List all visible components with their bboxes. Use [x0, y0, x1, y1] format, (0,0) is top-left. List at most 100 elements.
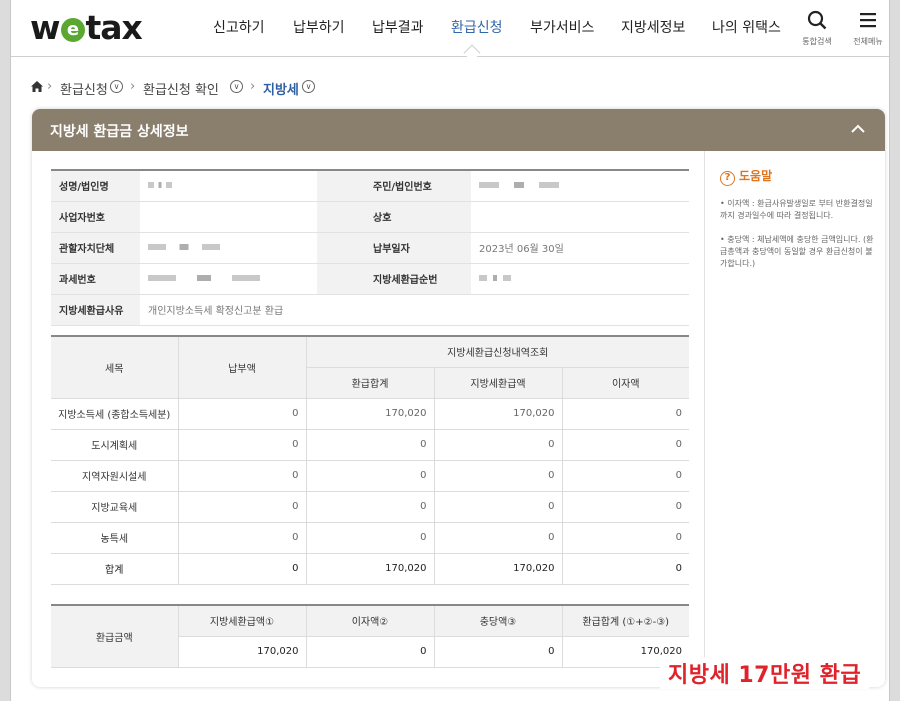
chevron-up-icon[interactable]	[851, 122, 865, 136]
table-row: 지방교육세 0 0 0 0	[51, 490, 690, 523]
tax-number-value-masked	[140, 263, 317, 295]
trade-name-value	[471, 201, 689, 233]
bizno-label: 사업자번호	[51, 201, 140, 233]
overlay-caption: 지방세 17만원 환급	[660, 657, 870, 689]
rrn-value-masked	[471, 169, 689, 202]
panel-title: 지방세 환급금 상세정보	[50, 124, 189, 140]
help-title: ? 도움말	[720, 167, 885, 186]
wetax-logo[interactable]: w e tax	[30, 8, 143, 47]
row-item: 지방소득세 (종합소득세분)	[51, 397, 179, 430]
chevron-down-icon[interactable]: ∨	[110, 80, 123, 93]
active-nav-caret	[463, 44, 481, 62]
row-item: 도시계획세	[51, 428, 179, 461]
summary-refund-value: 170,020	[178, 635, 307, 668]
payment-date-value: 2023년 06월 30일	[471, 232, 689, 264]
menu-button[interactable]: 전체메뉴	[850, 10, 886, 47]
row-paid: 0	[177, 490, 307, 523]
home-icon[interactable]	[31, 81, 43, 92]
col-local-refund: 지방세환급액	[433, 366, 563, 399]
row-paid: 0	[177, 552, 307, 585]
row-item: 합계	[51, 552, 179, 585]
breadcrumb-separator-icon: ›	[47, 79, 53, 94]
row-total: 0	[305, 428, 435, 461]
row-total: 0	[305, 521, 435, 554]
summary-label: 환급금액	[51, 604, 179, 668]
row-item: 지역자원시설세	[51, 459, 179, 492]
row-interest: 0	[561, 490, 690, 523]
row-refund: 0	[433, 428, 563, 461]
row-interest: 0	[561, 521, 690, 554]
row-interest: 0	[561, 459, 690, 492]
help-offset-note: • 충당액 : 체납세액에 충당한 금액입니다. (환급총액과 충당액이 동일할…	[720, 235, 874, 268]
breadcrumb-separator-icon: ›	[250, 79, 256, 94]
row-total: 170,020	[305, 552, 435, 585]
row-total: 170,020	[305, 397, 435, 430]
row-paid: 0	[177, 397, 307, 430]
row-total: 0	[305, 459, 435, 492]
row-refund: 0	[433, 490, 563, 523]
row-refund: 170,020	[433, 552, 563, 585]
row-refund: 0	[433, 521, 563, 554]
nav-pay-result[interactable]: 납부결과	[372, 17, 424, 37]
col-paid: 납부액	[177, 335, 307, 399]
col-refund-sum: 환급합계 (①+②-③)	[561, 604, 689, 637]
row-paid: 0	[177, 459, 307, 492]
nav-my-wetax[interactable]: 나의 위택스	[712, 17, 781, 37]
jurisdiction-value-masked	[140, 232, 317, 264]
taxpayer-info-table: 성명/법인명 주민/법인번호 사업자번호 상호 관할자치단체 납부일자 2023…	[51, 169, 689, 326]
nav-report[interactable]: 신고하기	[213, 17, 265, 37]
row-item: 지방교육세	[51, 490, 179, 523]
breadcrumb-item-local-tax[interactable]: 지방세	[263, 79, 299, 98]
refund-summary-table: 환급금액 지방세환급액① 이자액② 충당액③ 환급합계 (①+②-③) 170,…	[51, 604, 689, 668]
row-item: 농특세	[51, 521, 179, 554]
search-button[interactable]: 통합검색	[800, 10, 834, 47]
col-refund-group: 지방세환급신청내역조회	[305, 335, 690, 368]
trade-name-label: 상호	[317, 201, 471, 233]
refund-seq-label: 지방세환급순번	[317, 263, 471, 295]
col-refund-total: 환급합계	[306, 366, 435, 399]
refund-reason-label: 지방세환급사유	[51, 294, 140, 326]
table-row-total: 합계 0 170,020 170,020 0	[51, 552, 690, 585]
col-interest: 이자액	[561, 366, 690, 399]
refund-detail-table: 세목 납부액 지방세환급신청내역조회 환급합계 지방세환급액 이자액 지방소득세…	[51, 335, 690, 585]
top-header: w e tax 신고하기 납부하기 납부결과 환급신청 부가서비스 지방세정보 나의…	[11, 0, 889, 62]
nav-local-tax-info[interactable]: 지방세정보	[621, 17, 685, 37]
rrn-label: 주민/법인번호	[317, 169, 471, 202]
col-interest-2: 이자액②	[305, 604, 435, 637]
breadcrumb-item-refund[interactable]: 환급신청	[60, 79, 108, 98]
refund-seq-value-masked	[471, 263, 689, 295]
summary-interest-value: 0	[305, 635, 435, 668]
row-refund: 170,020	[433, 397, 563, 430]
table-row: 농특세 0 0 0 0	[51, 521, 690, 554]
chevron-down-icon[interactable]: ∨	[302, 80, 315, 93]
question-icon: ?	[720, 171, 735, 186]
row-interest: 0	[561, 397, 690, 430]
summary-offset-value: 0	[433, 635, 563, 668]
chevron-down-icon[interactable]: ∨	[230, 80, 243, 93]
table-row: 도시계획세 0 0 0 0	[51, 428, 690, 461]
row-refund: 0	[433, 459, 563, 492]
bizno-value	[140, 201, 317, 233]
hamburger-icon	[860, 13, 876, 28]
name-value-masked	[140, 169, 317, 202]
payment-date-label: 납부일자	[317, 232, 471, 264]
nav-refund[interactable]: 환급신청	[451, 17, 503, 37]
col-offset-3: 충당액③	[433, 604, 563, 637]
refund-reason-value: 개인지방소득세 확정신고분 환급	[140, 294, 689, 326]
tax-number-label: 과세번호	[51, 263, 140, 295]
panel-header[interactable]: 지방세 환급금 상세정보	[32, 109, 885, 151]
col-local-refund-1: 지방세환급액①	[177, 604, 307, 637]
table-row: 지방소득세 (종합소득세분) 0 170,020 170,020 0	[51, 397, 690, 430]
row-paid: 0	[177, 428, 307, 461]
refund-detail-panel: 지방세 환급금 상세정보 성명/법인명 주민/법인번호 사업자번호 상호 관할자…	[32, 109, 885, 687]
nav-pay[interactable]: 납부하기	[293, 17, 345, 37]
page-frame: w e tax 신고하기 납부하기 납부결과 환급신청 부가서비스 지방세정보 나의…	[10, 0, 890, 701]
table-row: 지역자원시설세 0 0 0 0	[51, 459, 690, 492]
breadcrumb-separator-icon: ›	[130, 79, 136, 94]
nav-extra-services[interactable]: 부가서비스	[530, 17, 594, 37]
row-interest: 0	[561, 552, 690, 585]
breadcrumb-item-refund-check[interactable]: 환급신청 확인	[143, 79, 219, 98]
row-total: 0	[305, 490, 435, 523]
row-interest: 0	[561, 428, 690, 461]
name-label: 성명/법인명	[51, 169, 140, 202]
